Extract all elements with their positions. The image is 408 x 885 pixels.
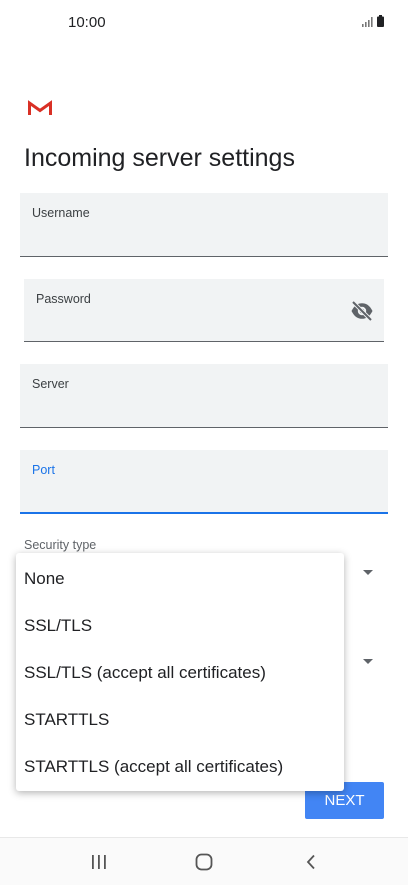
navigation-bar [0, 837, 408, 885]
back-icon [306, 854, 315, 869]
security-type-label: Security type [24, 538, 97, 552]
password-input[interactable] [36, 316, 344, 333]
port-label: Port [32, 463, 55, 477]
username-input[interactable] [32, 231, 348, 248]
password-field[interactable]: Password [24, 279, 384, 342]
gmail-logo [28, 100, 52, 115]
page-title: Incoming server settings [24, 144, 295, 172]
signal-icon [362, 17, 373, 27]
server-label: Server [32, 377, 69, 391]
username-field[interactable]: Username [20, 193, 388, 257]
username-label: Username [32, 206, 90, 220]
status-time: 10:00 [68, 14, 106, 31]
menu-item-ssl-tls-accept-all[interactable]: SSL/TLS (accept all certificates) [16, 649, 344, 696]
port-field[interactable]: Port [20, 450, 388, 514]
menu-item-ssl-tls[interactable]: SSL/TLS [16, 602, 344, 649]
password-label: Password [36, 292, 91, 306]
status-bar: 10:00 [0, 0, 408, 46]
server-input[interactable] [32, 402, 348, 419]
menu-item-starttls[interactable]: STARTTLS [16, 696, 344, 743]
home-button[interactable] [174, 838, 234, 885]
menu-item-none[interactable]: None [16, 555, 344, 602]
security-type-dropdown-arrow-icon[interactable] [363, 570, 373, 575]
security-type-menu: None SSL/TLS SSL/TLS (accept all certifi… [16, 553, 344, 791]
visibility-off-icon[interactable] [350, 300, 374, 322]
recent-apps-icon [92, 854, 106, 869]
server-field[interactable]: Server [20, 364, 388, 428]
battery-icon [377, 15, 384, 27]
second-dropdown-arrow-icon[interactable] [363, 659, 373, 664]
recent-apps-button[interactable] [69, 838, 129, 885]
status-icons [362, 15, 384, 27]
back-button[interactable] [281, 838, 341, 885]
home-icon [195, 853, 213, 870]
menu-item-starttls-accept-all[interactable]: STARTTLS (accept all certificates) [16, 743, 344, 790]
port-input[interactable] [32, 487, 348, 504]
